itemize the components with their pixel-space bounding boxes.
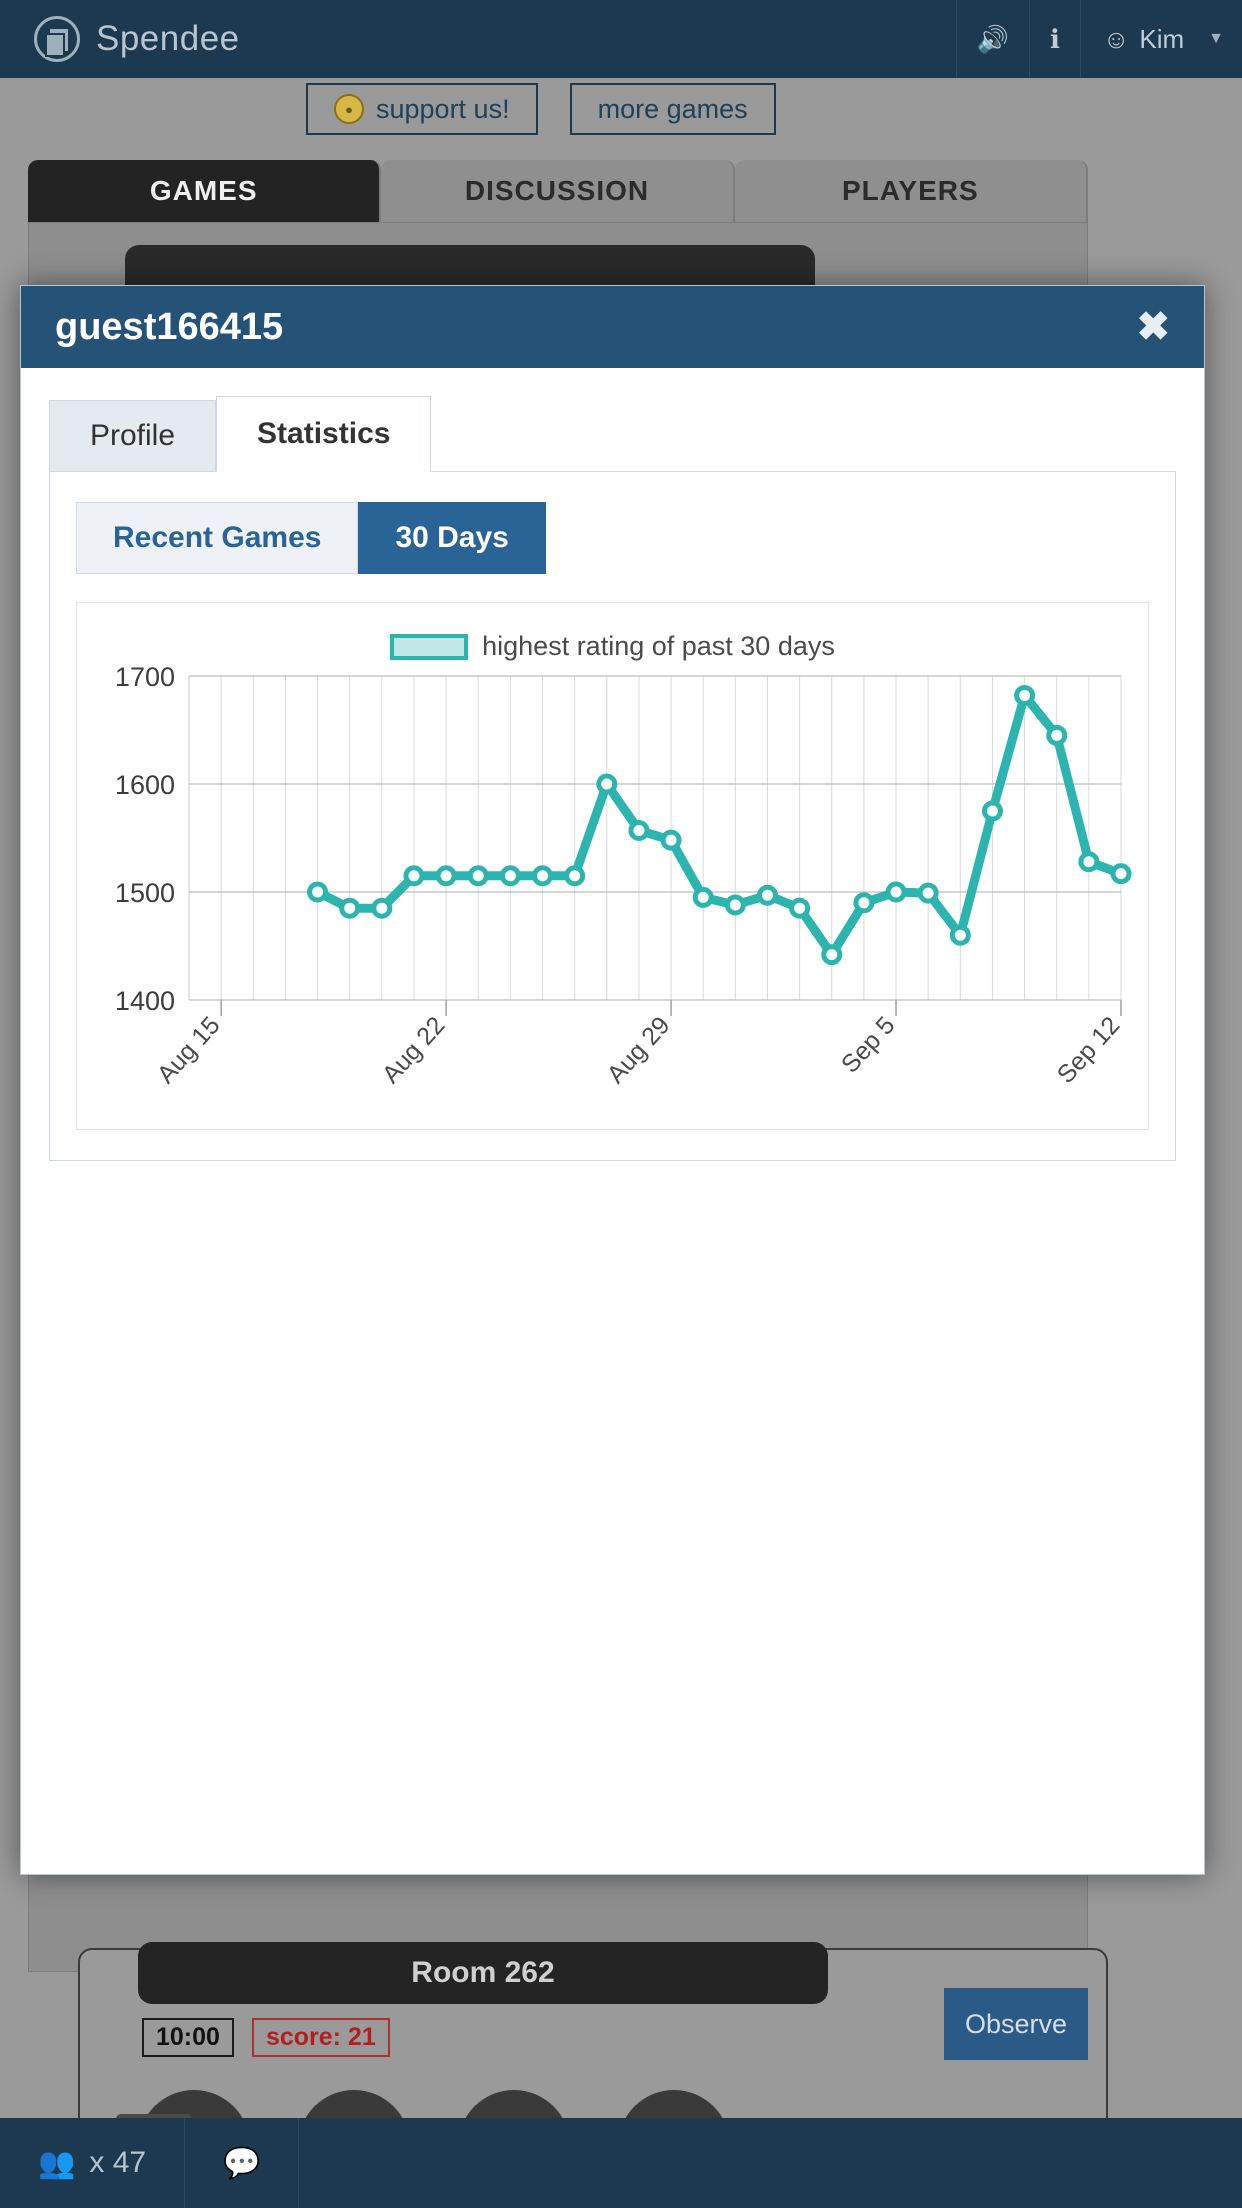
top-navigation-bar: Spendee 🔊 ℹ ☺ Kim ▼	[0, 0, 1242, 78]
main-tab-bar: GAMES DISCUSSION PLAYERS	[28, 160, 1088, 222]
tab-discussion-label: DISCUSSION	[465, 175, 649, 207]
support-us-button[interactable]: ● support us!	[306, 83, 538, 135]
close-icon[interactable]: ✖	[1136, 307, 1170, 347]
svg-text:Aug 15: Aug 15	[152, 1011, 226, 1089]
svg-text:1500: 1500	[115, 878, 175, 908]
tab-discussion[interactable]: DISCUSSION	[381, 160, 734, 222]
nav-right-group: 🔊 ℹ ☺ Kim ▼	[956, 0, 1242, 78]
room-score-badge: score: 21	[252, 2018, 390, 2057]
modal-body: Profile Statistics Recent Games 30 Days …	[21, 368, 1204, 1876]
chat-bubble-icon: 💬	[223, 2146, 260, 2181]
modal-tab-bar: Profile Statistics	[49, 396, 1176, 472]
bottom-status-bar: 👥 x 47 💬	[0, 2118, 1242, 2208]
svg-text:Aug 22: Aug 22	[377, 1011, 451, 1089]
statistics-panel: Recent Games 30 Days highest rating of p…	[49, 471, 1176, 1161]
spendee-logo-icon	[34, 16, 80, 62]
rating-chart-frame: highest rating of past 30 days 140015001…	[76, 602, 1149, 1130]
support-us-label: support us!	[376, 94, 510, 125]
recent-games-label: Recent Games	[113, 521, 321, 554]
speaker-icon: 🔊	[977, 24, 1009, 55]
recent-games-button[interactable]: Recent Games	[76, 502, 358, 574]
user-menu-button[interactable]: ☺ Kim ▼	[1081, 0, 1242, 78]
brand-logo[interactable]: Spendee	[0, 16, 240, 62]
modal-header: guest166415 ✖	[21, 286, 1204, 368]
room-title: Room 262	[138, 1942, 828, 2004]
svg-text:1600: 1600	[115, 770, 175, 800]
svg-text:Sep 5: Sep 5	[836, 1011, 901, 1078]
online-players-count: x 47	[89, 2146, 146, 2180]
svg-text:1400: 1400	[115, 986, 175, 1016]
player-profile-modal: guest166415 ✖ Profile Statistics Recent …	[20, 285, 1205, 1875]
svg-text:Aug 29: Aug 29	[602, 1011, 676, 1089]
svg-text:Sep 12: Sep 12	[1052, 1011, 1126, 1089]
online-players-indicator[interactable]: 👥 x 47	[0, 2118, 185, 2208]
user-name-label: Kim	[1139, 24, 1184, 55]
more-games-button[interactable]: more games	[570, 83, 776, 135]
sound-toggle-button[interactable]: 🔊	[957, 0, 1030, 78]
brand-name: Spendee	[96, 19, 240, 59]
tab-games[interactable]: GAMES	[28, 160, 381, 222]
tab-games-label: GAMES	[150, 175, 258, 207]
modal-title: guest166415	[55, 306, 283, 349]
smiley-icon: ☺	[1103, 24, 1130, 55]
thirty-days-label: 30 Days	[395, 521, 508, 554]
tab-profile-label: Profile	[90, 419, 175, 452]
tab-profile[interactable]: Profile	[49, 400, 216, 472]
observe-label: Observe	[965, 2009, 1067, 2040]
quick-action-bar: ● support us! more games	[306, 83, 776, 135]
info-icon: ℹ	[1050, 24, 1060, 55]
tab-players-label: PLAYERS	[842, 175, 979, 207]
svg-text:1700: 1700	[115, 662, 175, 692]
room-meta-group: 10:00 score: 21	[142, 2018, 390, 2057]
tab-statistics-label: Statistics	[257, 417, 390, 450]
users-icon: 👥	[38, 2146, 75, 2181]
chevron-down-icon: ▼	[1208, 30, 1224, 48]
range-selector: Recent Games 30 Days	[76, 502, 1149, 574]
chat-button[interactable]: 💬	[185, 2118, 299, 2208]
observe-button[interactable]: Observe	[944, 1988, 1088, 2060]
tab-players[interactable]: PLAYERS	[735, 160, 1088, 222]
room-time-badge: 10:00	[142, 2018, 234, 2057]
rating-line-chart: 1400 1500 1600 1700 Aug 15 Aug 22 Aug 29 Sep 5 S…	[77, 603, 1155, 1131]
info-button[interactable]: ℹ	[1030, 0, 1081, 78]
coin-icon: ●	[334, 94, 364, 124]
tab-statistics[interactable]: Statistics	[216, 396, 431, 472]
more-games-label: more games	[598, 94, 748, 125]
thirty-days-button[interactable]: 30 Days	[358, 502, 545, 574]
